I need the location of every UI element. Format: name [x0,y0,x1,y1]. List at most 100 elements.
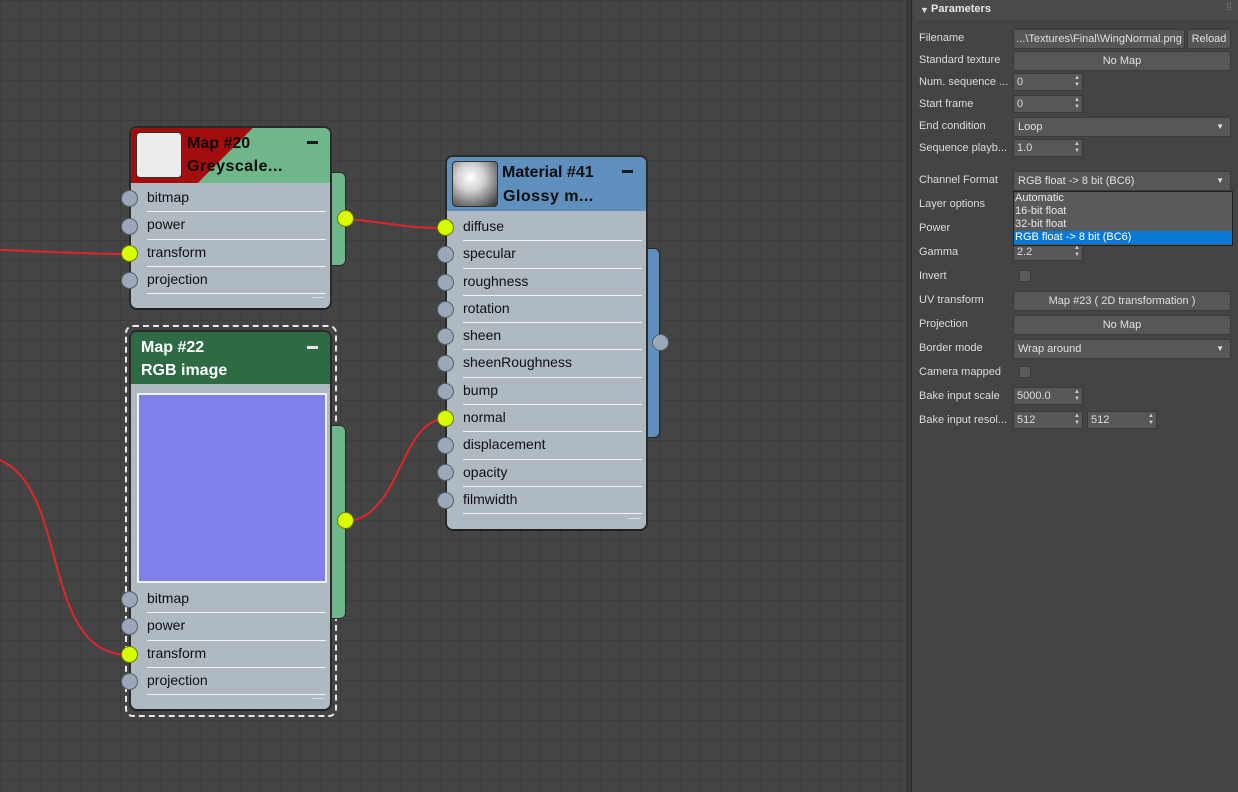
map22-socket-transform[interactable]: transform [131,641,330,668]
panel-splitter[interactable] [906,0,912,792]
material41-socket-roughness[interactable]: roughness [447,269,646,296]
spinner-arrows-icon[interactable]: ▲ ▼ [1074,97,1080,111]
sequence-playback-spinner[interactable]: 1.0 ▲ ▼ [1013,139,1083,157]
material41-input-filmwidth-dot[interactable] [437,492,454,509]
border-mode-label: Border mode [919,342,983,354]
material41-input-displacement-dot[interactable] [437,437,454,454]
uv-transform-button[interactable]: Map #23 ( 2D transformation ) [1013,291,1231,311]
reload-button[interactable]: Reload [1187,29,1231,49]
channel-format-option-automatic[interactable]: Automatic [1014,192,1232,205]
material41-socket-sheenroughness[interactable]: sheenRoughness [447,350,646,378]
gamma-label: Gamma [919,246,959,258]
material41-socket-normal[interactable]: normal [447,405,646,433]
material41-input-rotation-dot[interactable] [437,301,454,318]
num-sequence-spinner[interactable]: 0 ▲ ▼ [1013,73,1083,91]
material41-socket-rotation[interactable]: rotation [447,296,646,324]
map22-socket-projection[interactable]: projection [131,668,330,696]
map22-node[interactable]: Map #22 RGB image bitmap power transform… [131,332,330,709]
spinner-arrows-icon[interactable]: ▲ ▼ [1074,389,1080,403]
invert-label: Invert [919,270,947,282]
filename-button[interactable]: ...\Textures\Final\WingNormal.png [1013,29,1185,49]
map20-input-transform-dot[interactable] [121,245,138,262]
spinner-arrows-icon[interactable]: ▲ ▼ [1074,75,1080,89]
material41-input-diffuse-dot[interactable] [437,219,454,236]
material41-input-roughness-dot[interactable] [437,274,454,291]
material41-output-dot[interactable] [652,334,669,351]
map22-resize-grip[interactable] [312,698,324,705]
channel-format-dropdown[interactable]: RGB float -> 8 bit (BC6) ▼ [1013,171,1231,191]
node-editor-canvas[interactable]: Map #20 Greyscale... bitmap power transf… [0,0,906,792]
map20-collapse-button[interactable] [307,141,318,144]
map20-socket-transform[interactable]: transform [131,240,330,267]
map20-input-projection-dot[interactable] [121,272,138,289]
spinner-arrows-icon[interactable]: ▲ ▼ [1148,413,1154,427]
map20-socket-bitmap[interactable]: bitmap [131,185,330,213]
material41-socket-bump[interactable]: bump [447,378,646,406]
end-condition-value: Loop [1018,121,1043,133]
collapse-triangle-icon[interactable]: ▼ [920,5,929,15]
material41-input-sheen-dot[interactable] [437,328,454,345]
row-bake-input-scale: Bake input scale 5000.0 ▲ ▼ [919,387,1238,407]
parameters-rollout-header[interactable]: ▼ Parameters ⁞⁞ [914,0,1238,20]
uv-transform-label: UV transform [919,294,984,306]
material41-socket-filmwidth[interactable]: filmwidth [447,487,646,515]
material41-input-specular-dot[interactable] [437,246,454,263]
map20-node[interactable]: Map #20 Greyscale... bitmap power transf… [131,128,330,308]
start-frame-spinner[interactable]: 0 ▲ ▼ [1013,95,1083,113]
bake-resolution-width-spinner[interactable]: 512 ▲ ▼ [1013,411,1083,429]
material41-socket-diffuse[interactable]: diffuse [447,214,646,242]
bake-input-scale-spinner[interactable]: 5000.0 ▲ ▼ [1013,387,1083,405]
map20-resize-grip[interactable] [312,297,324,304]
spinner-arrows-icon[interactable]: ▲ ▼ [1074,413,1080,427]
bake-input-resolution-label: Bake input resol... [919,414,1008,426]
end-condition-dropdown[interactable]: Loop ▼ [1013,117,1231,137]
map22-socket-power[interactable]: power [131,613,330,641]
material41-input-sheenroughness-dot[interactable] [437,355,454,372]
map22-output-dot[interactable] [337,512,354,529]
socket-label: opacity [463,463,508,480]
border-mode-dropdown[interactable]: Wrap around ▼ [1013,339,1231,359]
map20-socket-projection[interactable]: projection [131,267,330,295]
map20-input-power-dot[interactable] [121,218,138,235]
map22-input-projection-dot[interactable] [121,673,138,690]
map22-socket-bitmap[interactable]: bitmap [131,586,330,614]
map22-title: Map #22 [141,339,205,356]
socket-label: sheenRoughness [463,354,572,371]
row-border-mode: Border mode Wrap around ▼ [919,339,1238,359]
wire-map22-to-normal [344,418,446,522]
channel-format-dropdown-list[interactable]: Automatic 16-bit float 32-bit float RGB … [1013,191,1233,246]
camera-mapped-checkbox[interactable] [1019,366,1031,378]
material41-socket-opacity[interactable]: opacity [447,460,646,487]
invert-checkbox[interactable] [1019,270,1031,282]
drag-handle-icon[interactable]: ⁞⁞ [1226,2,1232,13]
map20-socket-power[interactable]: power [131,212,330,240]
map20-input-bitmap-dot[interactable] [121,190,138,207]
spinner-arrows-icon[interactable]: ▲ ▼ [1074,245,1080,259]
bake-resolution-height-spinner[interactable]: 512 ▲ ▼ [1087,411,1157,429]
projection-button[interactable]: No Map [1013,315,1231,335]
material41-node[interactable]: Material #41 Glossy m... diffuse specula… [447,157,646,529]
map22-input-power-dot[interactable] [121,618,138,635]
socket-label: projection [147,671,208,688]
material41-resize-grip[interactable] [628,518,640,525]
map20-output-dot[interactable] [337,210,354,227]
map22-collapse-button[interactable] [307,346,318,349]
channel-format-option-16bit[interactable]: 16-bit float [1014,205,1232,218]
material41-socket-sheen[interactable]: sheen [447,323,646,351]
channel-format-option-32bit[interactable]: 32-bit float [1014,218,1232,231]
sequence-playback-label: Sequence playb... [919,142,1008,154]
material41-input-normal-dot[interactable] [437,410,454,427]
channel-format-option-bc6[interactable]: RGB float -> 8 bit (BC6) [1014,231,1232,244]
material41-input-bump-dot[interactable] [437,383,454,400]
parameters-panel: ▼ Parameters ⁞⁞ Filename ...\Textures\Fi… [906,0,1238,792]
material41-socket-specular[interactable]: specular [447,241,646,269]
map22-input-bitmap-dot[interactable] [121,591,138,608]
standard-texture-button[interactable]: No Map [1013,51,1231,71]
material41-input-opacity-dot[interactable] [437,464,454,481]
start-frame-value: 0 [1017,98,1024,110]
material41-collapse-button[interactable] [622,170,633,173]
socket-label: bitmap [147,590,190,606]
material41-socket-displacement[interactable]: displacement [447,432,646,460]
spinner-arrows-icon[interactable]: ▲ ▼ [1074,141,1080,155]
map22-input-transform-dot[interactable] [121,646,138,663]
